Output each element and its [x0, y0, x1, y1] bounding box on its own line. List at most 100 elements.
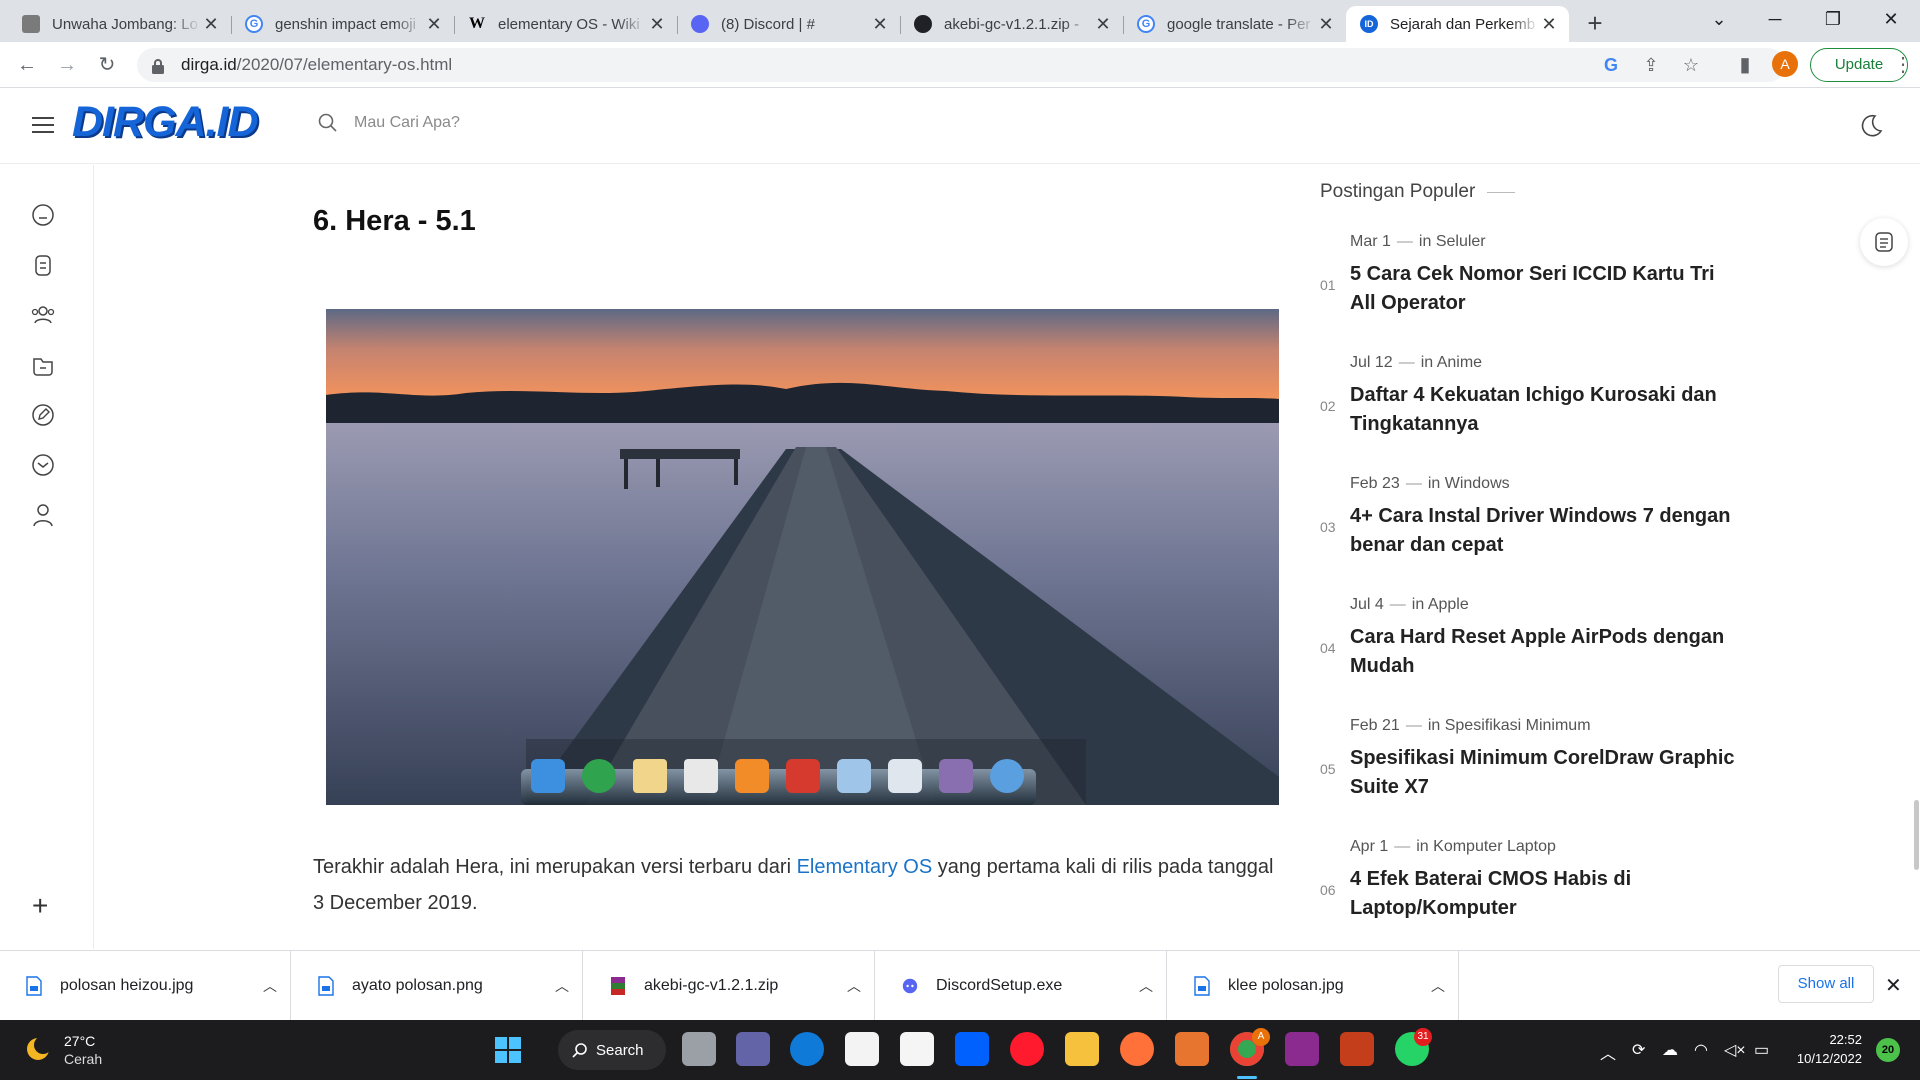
tab-close-icon[interactable]: ✕: [1316, 14, 1336, 35]
mail-icon[interactable]: [30, 452, 56, 478]
elementary-os-link[interactable]: Elementary OS: [797, 856, 933, 878]
popular-post-item[interactable]: Mar 1— in Seluler 01 5 Cara Cek Nomor Ser…: [1320, 233, 1740, 354]
new-tab-button[interactable]: +: [1577, 6, 1613, 42]
speaker-muted-icon[interactable]: ◁×: [1724, 1040, 1746, 1060]
clipboard-icon[interactable]: [30, 252, 56, 278]
weather-widget[interactable]: 27°C Cerah: [24, 1032, 102, 1068]
powerpoint-icon[interactable]: [1340, 1032, 1374, 1066]
amazon-icon[interactable]: [900, 1032, 934, 1066]
post-title-link[interactable]: Cara Hard Reset Apple AirPods dengan Mud…: [1350, 623, 1740, 681]
post-title-link[interactable]: Daftar 4 Kekuatan Ichigo Kurosaki dan Ti…: [1350, 381, 1740, 439]
notification-count-badge[interactable]: 20: [1876, 1038, 1900, 1062]
browser-tab[interactable]: G google translate - Per ✕: [1123, 6, 1346, 42]
download-item[interactable]: ayato polosan.png ︿: [292, 951, 583, 1021]
task-view-icon[interactable]: [682, 1032, 716, 1066]
chevron-up-icon[interactable]: ︿: [250, 976, 290, 996]
browser-tab[interactable]: (8) Discord | # ✕: [677, 6, 900, 42]
share-icon[interactable]: ⇪: [1637, 51, 1665, 79]
post-category[interactable]: Seluler: [1436, 233, 1486, 250]
bookmark-star-icon[interactable]: ☆: [1677, 51, 1705, 79]
table-of-contents-button[interactable]: [1860, 218, 1908, 266]
firefox-icon[interactable]: [1120, 1032, 1154, 1066]
forward-button[interactable]: →: [52, 50, 82, 80]
download-filename: polosan heizou.jpg: [60, 977, 194, 994]
show-hidden-icons-chevron-icon[interactable]: ︿: [1600, 1040, 1616, 1064]
edge-icon[interactable]: [790, 1032, 824, 1066]
post-title-link[interactable]: 4+ Cara Instal Driver Windows 7 dengan b…: [1350, 502, 1740, 560]
post-title-link[interactable]: 5 Cara Cek Nomor Seri ICCID Kartu Tri Al…: [1350, 260, 1740, 318]
download-item[interactable]: akebi-gc-v1.2.1.zip ︿: [584, 951, 875, 1021]
chevron-up-icon[interactable]: ︿: [1418, 976, 1458, 996]
paint-app-icon[interactable]: [1175, 1032, 1209, 1066]
back-button[interactable]: ←: [12, 50, 42, 80]
lock-icon[interactable]: [151, 58, 165, 74]
popular-post-item[interactable]: Feb 21— in Spesifikasi Minimum 05 Spesifi…: [1320, 717, 1740, 838]
browser-tab[interactable]: G genshin impact emoji ✕: [231, 6, 454, 42]
tab-close-icon[interactable]: ✕: [1093, 14, 1113, 35]
reload-button[interactable]: ↻: [92, 50, 122, 80]
edit-pencil-icon[interactable]: [30, 402, 56, 428]
google-translate-icon[interactable]: G: [1597, 51, 1625, 79]
user-icon[interactable]: [30, 502, 56, 528]
hamburger-menu-icon[interactable]: [32, 116, 54, 134]
browser-tab[interactable]: akebi-gc-v1.2.1.zip - ✕: [900, 6, 1123, 42]
post-category[interactable]: Apple: [1428, 596, 1469, 613]
post-title-link[interactable]: Spesifikasi Minimum CorelDraw Graphic Su…: [1350, 744, 1740, 802]
close-window-button[interactable]: ✕: [1862, 0, 1920, 40]
browser-tab[interactable]: Unwaha Jombang: Lo ✕: [8, 6, 231, 42]
windows-start-icon[interactable]: [495, 1037, 521, 1063]
side-panel-icon[interactable]: ▮: [1730, 50, 1760, 80]
profile-avatar[interactable]: A: [1772, 51, 1798, 77]
address-bar[interactable]: dirga.id/2020/07/elementary-os.html G ⇪ …: [137, 48, 1785, 82]
dropbox-icon[interactable]: [955, 1032, 989, 1066]
chevron-up-icon[interactable]: ︿: [834, 976, 874, 996]
show-all-downloads-button[interactable]: Show all: [1778, 965, 1874, 1003]
tab-close-icon[interactable]: ✕: [424, 14, 444, 35]
file-explorer-icon[interactable]: [1065, 1032, 1099, 1066]
dark-mode-moon-icon[interactable]: [1858, 113, 1884, 139]
post-category[interactable]: Anime: [1437, 354, 1482, 371]
download-item[interactable]: DiscordSetup.exe ︿: [876, 951, 1167, 1021]
popular-post-item[interactable]: Apr 1— in Komputer Laptop 06 4 Efek Bater…: [1320, 838, 1740, 959]
restore-button[interactable]: ❐: [1804, 0, 1862, 40]
winrar-icon[interactable]: [1285, 1032, 1319, 1066]
more-menu-icon[interactable]: ⋮: [1888, 50, 1918, 80]
tab-search-chevron-icon[interactable]: ⌄: [1690, 0, 1748, 40]
microsoft-store-icon[interactable]: [845, 1032, 879, 1066]
tab-close-icon[interactable]: ✕: [870, 14, 890, 35]
folder-icon[interactable]: [30, 352, 56, 378]
post-category[interactable]: Spesifikasi Minimum: [1445, 717, 1591, 734]
post-title-link[interactable]: 4 Efek Baterai CMOS Habis di Laptop/Komp…: [1350, 865, 1740, 923]
page-scrollbar[interactable]: [1914, 800, 1919, 870]
browser-tab-active[interactable]: ID Sejarah dan Perkemb ✕: [1346, 6, 1569, 42]
tab-close-icon[interactable]: ✕: [1539, 14, 1559, 35]
popular-post-item[interactable]: Feb 23— in Windows 03 4+ Cara Instal Driv…: [1320, 475, 1740, 596]
users-icon[interactable]: [30, 302, 56, 328]
popular-post-item[interactable]: Jul 4— in Apple 04 Cara Hard Reset Apple …: [1320, 596, 1740, 717]
site-logo[interactable]: DIRGA.ID: [72, 98, 258, 147]
browser-tab[interactable]: W elementary OS - Wiki ✕: [454, 6, 677, 42]
tab-close-icon[interactable]: ✕: [201, 14, 221, 35]
battery-icon[interactable]: ▭: [1754, 1040, 1769, 1060]
taskbar-search[interactable]: Search: [558, 1030, 666, 1070]
teams-chat-icon[interactable]: [736, 1032, 770, 1066]
opera-icon[interactable]: [1010, 1032, 1044, 1066]
close-download-shelf-icon[interactable]: ✕: [1885, 973, 1902, 998]
post-category[interactable]: Komputer Laptop: [1433, 838, 1556, 855]
site-search[interactable]: Mau Cari Apa?: [318, 113, 460, 133]
onedrive-cloud-icon[interactable]: ☁: [1662, 1040, 1678, 1060]
post-category[interactable]: Windows: [1445, 475, 1510, 492]
popular-post-item[interactable]: Jul 12— in Anime 02 Daftar 4 Kekuatan Ich…: [1320, 354, 1740, 475]
post-date: Jul 12: [1350, 354, 1393, 371]
chevron-up-icon[interactable]: ︿: [542, 976, 582, 996]
tab-close-icon[interactable]: ✕: [647, 14, 667, 35]
sync-icon[interactable]: ⟳: [1632, 1040, 1645, 1060]
download-item[interactable]: klee polosan.jpg ︿: [1168, 951, 1459, 1021]
add-icon[interactable]: +: [32, 890, 48, 922]
download-item[interactable]: polosan heizou.jpg ︿: [0, 951, 291, 1021]
wifi-icon[interactable]: ◠: [1694, 1040, 1708, 1060]
system-clock[interactable]: 22:52 10/12/2022: [1792, 1030, 1862, 1068]
minimize-button[interactable]: ─: [1746, 0, 1804, 40]
chevron-up-icon[interactable]: ︿: [1126, 976, 1166, 996]
home-icon[interactable]: [30, 202, 56, 228]
